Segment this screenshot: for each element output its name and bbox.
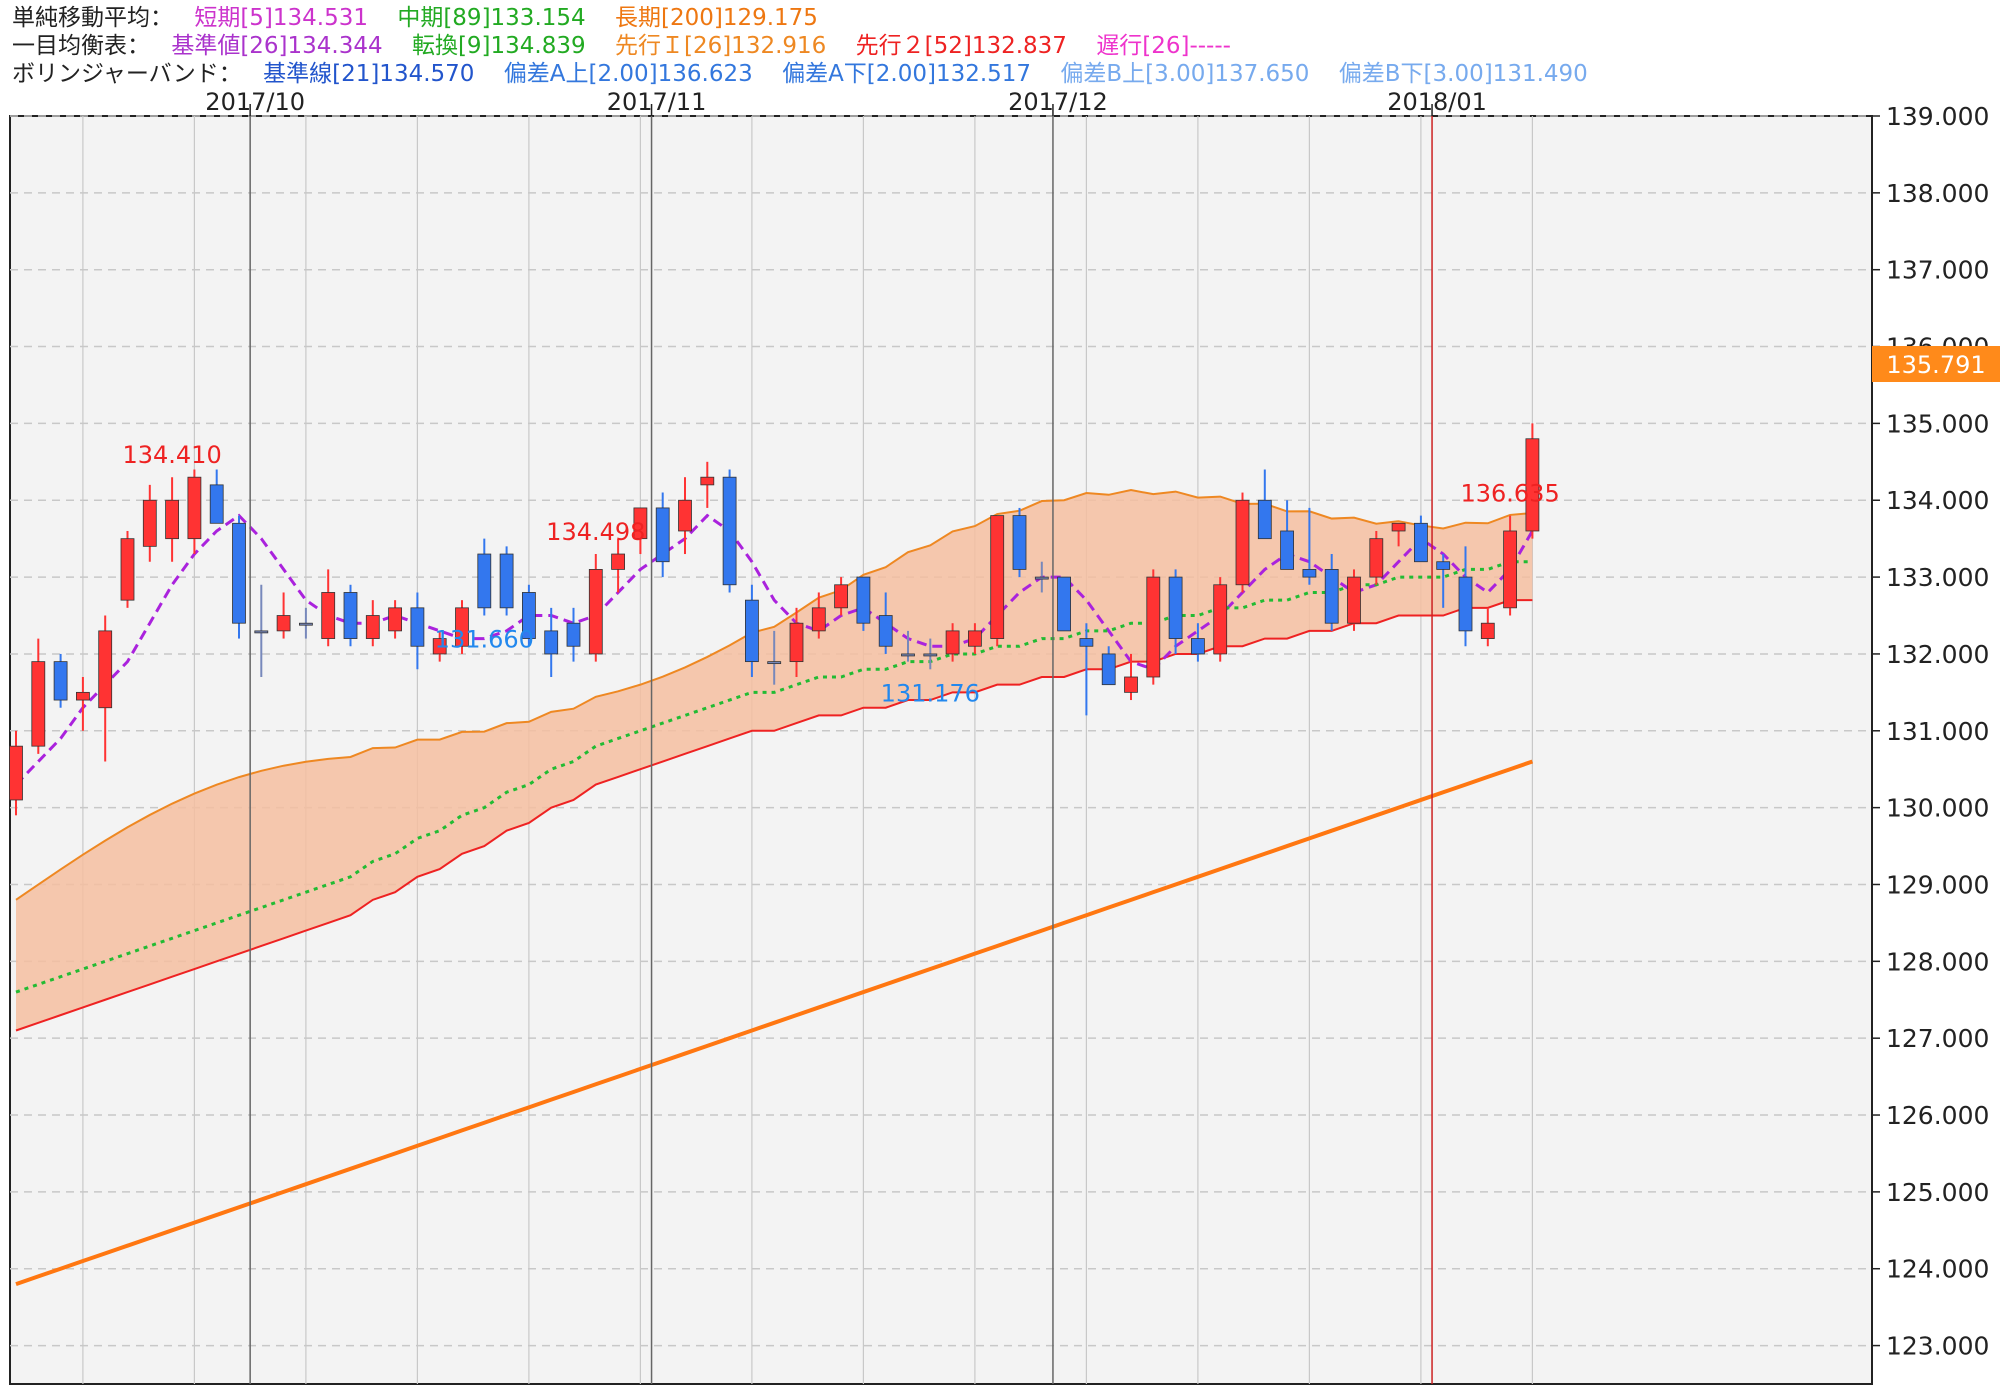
y-tick-label: 135.000: [1886, 409, 1989, 438]
candle-body: [477, 553, 492, 609]
candle-body: [1257, 499, 1272, 540]
y-tick-label: 130.000: [1886, 794, 1989, 823]
candle-body: [1369, 538, 1384, 578]
candle-body: [678, 499, 692, 532]
candle-body: [1280, 530, 1294, 570]
candle-body: [878, 615, 893, 647]
price-annotation: 131.176: [881, 679, 980, 707]
y-tick-label: 126.000: [1886, 1101, 1989, 1130]
candle-body: [165, 499, 180, 540]
candle-body: [1191, 638, 1205, 655]
y-tick-label: 124.000: [1886, 1255, 1989, 1284]
candle-body: [276, 615, 291, 632]
candle-body: [1480, 622, 1495, 639]
month-label: 2017/12: [1008, 88, 1108, 116]
candle-body: [1503, 530, 1517, 609]
candle-body: [611, 553, 625, 570]
candle-body: [1057, 576, 1071, 632]
candle-body: [1347, 576, 1361, 624]
candle-body: [1302, 569, 1317, 578]
candle-body: [1213, 584, 1228, 655]
candle-body: [856, 576, 871, 624]
candle-body: [1034, 576, 1049, 580]
y-tick-label: 133.000: [1886, 563, 1989, 592]
y-tick-label: 123.000: [1886, 1332, 1989, 1361]
candle-body: [1079, 638, 1094, 647]
candle-body: [142, 499, 157, 547]
y-tick-label: 125.000: [1886, 1178, 1989, 1207]
candle-body: [700, 476, 715, 486]
candle-body: [945, 630, 960, 655]
y-axis: 123.000 124.000 125.000 126.000 127.000 128.0…: [1872, 102, 1989, 1361]
candle-body: [968, 630, 982, 647]
candle-body: [53, 661, 68, 701]
candle-body: [544, 630, 559, 655]
candle-body: [1012, 515, 1027, 570]
candle-body: [1458, 576, 1473, 632]
candle-body: [1436, 561, 1451, 570]
candle-body: [120, 538, 135, 601]
current-price-marker: 135.791: [1872, 346, 2000, 382]
candle-body: [588, 569, 603, 655]
candle-body: [745, 599, 759, 663]
candle-body: [655, 507, 670, 563]
candle-body: [1124, 676, 1138, 693]
plot-area: [9, 115, 1873, 1385]
candlestick-chart: 134.410 134.498 131.660 131.176 136.635 123.…: [9, 88, 2000, 1385]
candle-body: [1101, 653, 1116, 686]
y-tick-label: 127.000: [1886, 1024, 1989, 1053]
candle-body: [298, 622, 313, 626]
candle-body: [1391, 522, 1406, 532]
candle-body: [901, 653, 915, 657]
y-tick-label: 138.000: [1886, 179, 1989, 208]
candle-body: [187, 476, 202, 540]
candle-body: [209, 484, 224, 524]
candle-body: [789, 622, 804, 663]
y-tick-label: 132.000: [1886, 640, 1989, 669]
candle-body: [388, 607, 403, 632]
current-price-label: 135.791: [1886, 351, 1985, 379]
chart-stage: 単純移動平均： 短期[5]134.531 中期[89]133.154 長期[20…: [0, 0, 2006, 1392]
candle-body: [834, 584, 848, 609]
y-tick-label: 137.000: [1886, 256, 1989, 285]
candle-body: [1414, 522, 1428, 563]
candle-body: [321, 592, 336, 639]
candle-body: [1235, 499, 1250, 586]
candle-body: [811, 607, 826, 632]
candle-body: [254, 630, 269, 634]
candle-body: [767, 661, 782, 665]
candle-body: [990, 515, 1005, 639]
y-tick-label: 131.000: [1886, 717, 1989, 746]
candle-body: [923, 653, 938, 657]
month-label: 2018/01: [1387, 88, 1487, 116]
candle-body: [410, 607, 425, 647]
month-label: 2017/10: [205, 88, 305, 116]
candle-body: [365, 615, 380, 639]
price-annotation: 134.498: [546, 518, 645, 546]
candle-body: [31, 661, 46, 747]
candle-body: [76, 691, 90, 701]
y-tick-label: 134.000: [1886, 486, 1989, 515]
price-annotation: 131.660: [435, 626, 534, 654]
price-annotation: 136.635: [1460, 480, 1559, 508]
candle-body: [499, 553, 514, 609]
candle-body: [232, 522, 246, 624]
candle-body: [566, 622, 581, 647]
candle-body: [98, 630, 113, 709]
y-tick-label: 128.000: [1886, 947, 1989, 976]
y-tick-label: 129.000: [1886, 870, 1989, 899]
candle-body: [722, 476, 737, 586]
month-label: 2017/11: [607, 88, 707, 116]
candle-body: [1324, 569, 1339, 624]
y-tick-label: 139.000: [1886, 102, 1989, 131]
candle-body: [9, 745, 23, 801]
price-annotation: 134.410: [122, 441, 221, 469]
candle-body: [343, 592, 358, 639]
candle-body: [1146, 576, 1161, 678]
candle-body: [1168, 576, 1183, 639]
